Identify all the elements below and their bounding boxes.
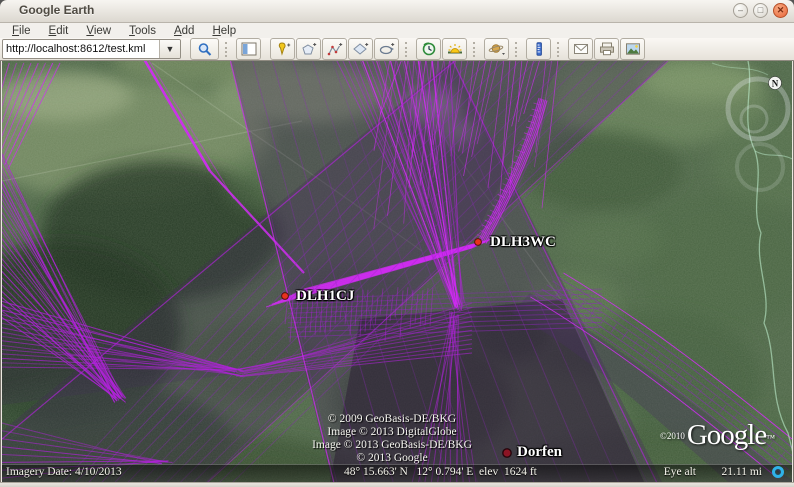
toolbar-separator [473,41,477,57]
saturn-icon [488,42,506,56]
email-button[interactable] [568,38,593,60]
printer-icon [599,42,615,56]
ruler-icon [531,42,547,56]
placemark-dot-dlh1cj[interactable] [281,292,289,300]
pushpin-icon [275,42,291,56]
toolbar-separator [557,41,561,57]
title-bar[interactable]: Google Earth – □ ✕ [0,0,794,23]
tour-icon [379,42,395,56]
menu-bar: File Edit View Tools Add Help [0,23,794,38]
ruler-button[interactable] [526,38,551,60]
menu-help[interactable]: Help [204,25,244,37]
image-icon [625,42,641,56]
window-title: Google Earth [19,3,95,17]
streaming-indicator-icon [772,466,784,478]
sun-icon [447,42,463,56]
print-button[interactable] [594,38,619,60]
toolbar-separator [225,41,229,57]
menu-tools[interactable]: Tools [121,25,164,37]
logo-year: ©2010 [660,430,685,441]
menu-edit[interactable]: Edit [41,25,77,37]
map-copyright: © 2009 GeoBasis-DE/BKG Image © 2013 Digi… [292,413,492,465]
search-button[interactable] [190,38,219,60]
google-logo: ©2010 Google ™ [660,419,776,451]
overlay-icon [352,42,369,56]
menu-file[interactable]: File [4,25,39,37]
eye-alt-label: Eye alt [663,466,696,478]
copyright-line: Image © 2013 GeoBasis-DE/BKG [312,439,472,451]
planets-button[interactable] [484,38,509,60]
compass-north-label: N [772,79,779,89]
pointer-coordinates: 48° 15.663' N 12° 0.794' E elev 1624 ft [344,466,537,478]
record-tour-button[interactable] [374,38,399,60]
toolbar: ▼ [0,38,794,61]
add-path-button[interactable] [322,38,347,60]
toggle-sidebar-button[interactable] [236,38,261,60]
menu-add[interactable]: Add [166,25,202,37]
toolbar-separator [405,41,409,57]
path-icon [327,42,343,56]
menu-view[interactable]: View [78,25,119,37]
toolbar-separator [515,41,519,57]
add-placemark-button[interactable] [270,38,295,60]
kml-address-input[interactable] [3,40,159,58]
copyright-line: © 2009 GeoBasis-DE/BKG [327,413,457,425]
maximize-button[interactable]: □ [753,3,768,18]
status-bar: Imagery Date: 4/10/2013 48° 15.663' N 12… [2,464,792,482]
placemark-dot-dlh3wc[interactable] [474,238,482,246]
town-label-dorfen[interactable]: Dorfen [517,444,562,461]
address-dropdown-button[interactable]: ▼ [159,40,180,58]
town-dot-dorfen[interactable] [502,448,512,458]
clock-icon [421,42,437,56]
window-bottom-border [0,482,794,487]
magnifier-icon [197,42,213,56]
save-image-button[interactable] [620,38,645,60]
envelope-icon [573,42,589,56]
kml-address-combo: ▼ [2,39,181,59]
aircraft-label-dlh1cj[interactable]: DLH1CJ [296,288,354,305]
google-earth-window: Google Earth – □ ✕ File Edit View Tools … [0,0,794,487]
sidebar-icon [241,42,257,56]
imagery-date: Imagery Date: 4/10/2013 [6,466,122,478]
close-button[interactable]: ✕ [773,3,788,18]
sunlight-button[interactable] [442,38,467,60]
minimize-button[interactable]: – [733,3,748,18]
historical-imagery-button[interactable] [416,38,441,60]
copyright-line: Image © 2013 DigitalGlobe [327,426,457,438]
aircraft-label-dlh3wc[interactable]: DLH3WC [490,234,556,251]
polygon-icon [301,42,317,56]
add-polygon-button[interactable] [296,38,321,60]
map-viewport[interactable]: N DLH1CJ DLH3WC Dorfen © 2009 GeoBasis-D… [2,61,792,482]
add-image-overlay-button[interactable] [348,38,373,60]
eye-alt-value: 21.11 mi [721,466,762,478]
